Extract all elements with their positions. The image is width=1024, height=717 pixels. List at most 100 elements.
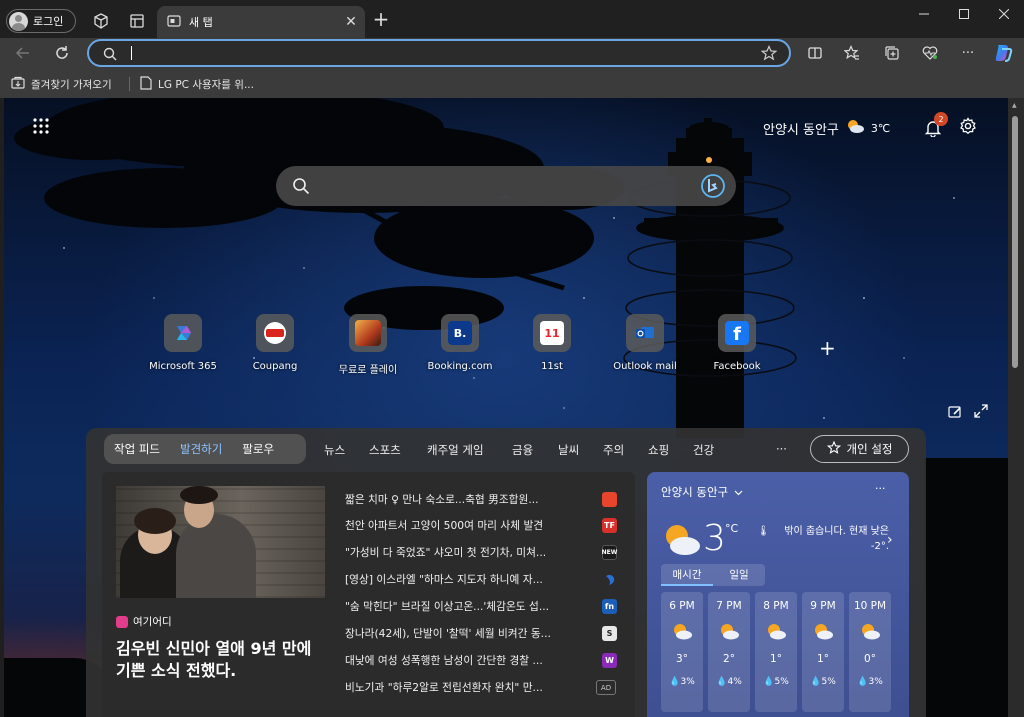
settings-gear-icon[interactable] bbox=[959, 117, 979, 137]
scrollbar-thumb[interactable] bbox=[1012, 116, 1018, 368]
hourly-forecast-item[interactable]: 6 PM 3° 💧3% bbox=[661, 592, 703, 712]
tab-attention[interactable]: 주의 bbox=[603, 442, 624, 458]
tab-daily[interactable]: 일일 bbox=[713, 564, 765, 586]
partly-cloudy-icon bbox=[849, 622, 891, 643]
tab-news[interactable]: 뉴스 bbox=[324, 442, 345, 458]
segment-following[interactable]: 팔로우 bbox=[232, 441, 284, 457]
hour-precip: 5% bbox=[821, 677, 836, 687]
booking-icon: B. bbox=[441, 314, 479, 352]
weather-summary[interactable]: 안양시 동안구 3℃ bbox=[763, 118, 890, 138]
tab-shopping[interactable]: 쇼핑 bbox=[648, 442, 669, 458]
tab-weather[interactable]: 날씨 bbox=[558, 442, 579, 458]
personalize-button[interactable]: 개인 설정 bbox=[810, 435, 909, 463]
headline-source-icon: S bbox=[602, 626, 617, 641]
tab-new-tab[interactable]: 새 탭 ✕ bbox=[157, 6, 365, 38]
partly-cloudy-icon bbox=[708, 622, 750, 643]
hourly-forecast-item[interactable]: 9 PM 1° 💧5% bbox=[802, 592, 844, 712]
profile-button[interactable]: 로그인 bbox=[6, 9, 76, 33]
yeogieodi-logo-icon bbox=[116, 615, 128, 628]
temperature-unit: °C bbox=[725, 522, 739, 535]
location-text: 안양시 동안구 bbox=[763, 122, 839, 138]
weather-description[interactable]: 🌡 밖이 춥습니다. 현재 낮은 -2°. bbox=[757, 524, 889, 554]
chevron-right-icon[interactable]: › bbox=[887, 532, 893, 548]
news-card: 여기어디 김우빈 신민아 열애 9년 만에 기쁜 소식 전했다. 짧은 치마 ♀… bbox=[102, 472, 635, 717]
minimize-button[interactable] bbox=[904, 0, 944, 28]
back-icon[interactable] bbox=[12, 42, 34, 64]
headline[interactable]: 장나라(42세), 단발이 '찰떡' 세월 비켜간 동... bbox=[345, 626, 621, 641]
workspaces-icon[interactable] bbox=[91, 11, 111, 31]
apps-grid-icon[interactable] bbox=[32, 117, 52, 137]
hero-image[interactable] bbox=[116, 486, 325, 598]
quicklink-microsoft365[interactable]: Microsoft 365 bbox=[137, 314, 229, 372]
weather-location-selector[interactable]: 안양시 동안구 bbox=[661, 484, 743, 500]
quicklink-outlook[interactable]: Outlook mail bbox=[599, 314, 691, 372]
refresh-icon[interactable] bbox=[51, 42, 73, 64]
bing-chat-icon[interactable] bbox=[700, 173, 726, 203]
quicklink-11st[interactable]: 11 11st bbox=[506, 314, 598, 372]
close-tab-icon[interactable]: ✕ bbox=[343, 14, 359, 30]
weather-more-icon[interactable]: ··· bbox=[875, 482, 886, 495]
current-temperature: 3 bbox=[703, 518, 726, 559]
copilot-icon[interactable] bbox=[992, 42, 1014, 64]
more-categories-icon[interactable]: ··· bbox=[776, 442, 787, 456]
new-tab-button[interactable]: + bbox=[370, 9, 392, 31]
weather-location: 안양시 동안구 bbox=[661, 485, 729, 499]
quicklink-facebook[interactable]: f Facebook bbox=[691, 314, 783, 372]
close-window-button[interactable] bbox=[984, 0, 1024, 28]
edit-background-icon[interactable] bbox=[948, 404, 962, 423]
web-search-box[interactable] bbox=[276, 166, 736, 206]
headline[interactable]: "가성비 다 죽었죠" 샤오미 첫 전기차, 미쳐... bbox=[345, 545, 621, 560]
headline[interactable]: 비노기과 "하루2알로 전립선환자 완치" 만... bbox=[345, 680, 621, 695]
favorite-import[interactable]: 즐겨찾기 가져오기 bbox=[11, 75, 112, 93]
tab-casual-games[interactable]: 캐주얼 게임 bbox=[427, 442, 484, 458]
headline[interactable]: 천안 아파트서 고양이 500여 마리 사체 발견 bbox=[345, 518, 621, 533]
tab-actions-icon[interactable] bbox=[127, 11, 147, 31]
favorites-icon[interactable] bbox=[841, 42, 863, 64]
microsoft365-icon bbox=[164, 314, 202, 352]
headline[interactable]: [영상] 이스라엘 "하마스 지도자 하니예 자... bbox=[345, 572, 621, 587]
hour-temp: 3° bbox=[676, 653, 688, 665]
notifications-button[interactable]: 2 bbox=[924, 112, 948, 138]
quicklink-free-play[interactable]: 무료로 플레이 bbox=[322, 314, 414, 376]
hour-label: 6 PM bbox=[669, 600, 695, 612]
profile-label: 로그인 bbox=[33, 15, 64, 28]
11st-icon: 11 bbox=[533, 314, 571, 352]
tab-health[interactable]: 건강 bbox=[693, 442, 714, 458]
raindrop-icon: 💧 bbox=[857, 677, 869, 687]
hero-source[interactable]: 여기어디 bbox=[116, 614, 172, 629]
headline[interactable]: 대낮에 여성 성폭행한 남성이 간단한 경찰 ... bbox=[345, 653, 621, 668]
favorite-star-icon[interactable] bbox=[760, 45, 778, 65]
segment-work-feed[interactable]: 작업 피드 bbox=[104, 441, 170, 457]
tab-finance[interactable]: 금융 bbox=[512, 442, 533, 458]
hour-temp: 1° bbox=[770, 653, 782, 665]
personalize-label: 개인 설정 bbox=[846, 442, 893, 456]
split-screen-icon[interactable] bbox=[804, 42, 826, 64]
maximize-button[interactable] bbox=[944, 0, 984, 28]
tab-hourly[interactable]: 매시간 bbox=[661, 564, 713, 586]
hourly-forecast-item[interactable]: 10 PM 0° 💧3% bbox=[849, 592, 891, 712]
favorite-lg-pc[interactable]: LG PC 사용자를 위... bbox=[140, 75, 254, 93]
hourly-forecast-item[interactable]: 7 PM 2° 💧4% bbox=[708, 592, 750, 712]
more-menu-icon[interactable]: ··· bbox=[957, 42, 979, 64]
ad-badge: AD bbox=[596, 680, 616, 695]
hour-label: 9 PM bbox=[810, 600, 836, 612]
segment-discover[interactable]: 발견하기 bbox=[170, 441, 232, 457]
address-bar[interactable] bbox=[87, 39, 791, 67]
quicklink-booking[interactable]: B. Booking.com bbox=[414, 314, 506, 372]
expand-icon[interactable] bbox=[974, 403, 988, 422]
tab-title: 새 탭 bbox=[189, 16, 213, 29]
page-scrollbar[interactable]: ▲ bbox=[1008, 98, 1024, 717]
raindrop-icon: 💧 bbox=[763, 677, 775, 687]
personalize-icon bbox=[826, 440, 841, 458]
add-quicklink-button[interactable]: + bbox=[819, 336, 836, 360]
headline[interactable]: "숨 막힌다" 브라질 이상고온...'체감온도 섭... bbox=[345, 599, 621, 614]
hourly-forecast-item[interactable]: 8 PM 1° 💧5% bbox=[755, 592, 797, 712]
collections-icon[interactable] bbox=[881, 42, 903, 64]
scroll-up-icon[interactable]: ▲ bbox=[1012, 102, 1017, 109]
headline-source-icon: fn bbox=[602, 599, 617, 614]
headline[interactable]: 짧은 치마 ♀ 만나 숙소로...축협 男조합원... bbox=[345, 492, 621, 507]
hero-title[interactable]: 김우빈 신민아 열애 9년 만에 기쁜 소식 전했다. bbox=[116, 638, 328, 682]
tab-sports[interactable]: 스포츠 bbox=[369, 442, 401, 458]
quicklink-coupang[interactable]: Coupang bbox=[229, 314, 321, 372]
browser-essentials-icon[interactable] bbox=[919, 42, 941, 64]
